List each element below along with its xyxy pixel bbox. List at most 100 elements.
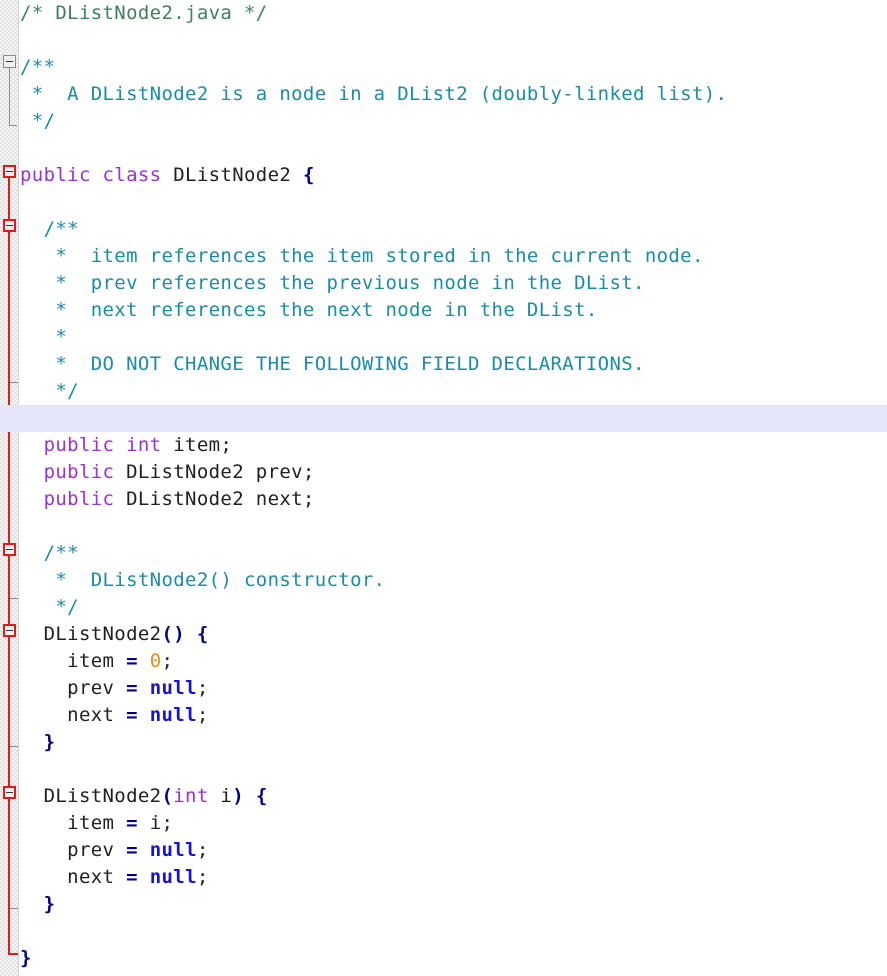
code-line-text: /* DListNode2.java */	[20, 0, 268, 27]
code-line[interactable]: public DListNode2 next;	[0, 486, 887, 513]
token-plain: ;	[196, 866, 209, 888]
code-line-text: * item references the item stored in the…	[20, 243, 704, 270]
code-line[interactable]: public int item;	[0, 432, 887, 459]
code-line-text: */	[20, 108, 55, 135]
code-line[interactable]	[0, 756, 887, 783]
code-line-text: /**	[20, 216, 79, 243]
code-line[interactable]: */	[0, 594, 887, 621]
code-line-text: DListNode2() {	[20, 621, 209, 648]
token-doc: /**	[20, 56, 56, 78]
code-line[interactable]: */	[0, 108, 887, 135]
token-doc: /**	[20, 218, 79, 240]
token-doc: * prev references the previous node in t…	[20, 272, 645, 294]
code-line-text: * DListNode2() constructor.	[20, 567, 385, 594]
token-plain: ;	[196, 704, 209, 726]
token-punc: }	[43, 731, 56, 753]
code-line-current[interactable]	[0, 405, 887, 432]
token-null: null	[149, 704, 197, 726]
code-line-text: * A DListNode2 is a node in a DList2 (do…	[20, 81, 727, 108]
code-line[interactable]: public class DListNode2 {	[0, 162, 887, 189]
code-line[interactable]: *	[0, 324, 887, 351]
code-line[interactable]: /**	[0, 216, 887, 243]
code-line-text: }	[20, 945, 32, 972]
code-editor[interactable]: /* DListNode2.java */ /** * A DListNode2 …	[0, 0, 887, 976]
token-plain: DListNode2 next;	[114, 488, 315, 510]
code-line[interactable]: }	[0, 729, 887, 756]
token-punc: ()	[161, 623, 186, 645]
token-plain: ;	[196, 677, 209, 699]
token-null: null	[149, 866, 197, 888]
code-line[interactable]: prev = null;	[0, 675, 887, 702]
code-line-text: * next references the next node in the D…	[20, 297, 598, 324]
code-line-text: item = i;	[20, 810, 173, 837]
token-punc: =	[126, 650, 138, 672]
token-null: null	[149, 839, 197, 861]
code-line-text: next = null;	[20, 864, 209, 891]
code-line[interactable]: * next references the next node in the D…	[0, 297, 887, 324]
token-plain: prev	[20, 839, 127, 861]
token-kw: int	[173, 785, 209, 807]
token-plain: DListNode2	[161, 164, 303, 186]
token-doc: */	[20, 110, 56, 132]
token-punc: (	[161, 785, 174, 807]
code-line[interactable]	[0, 135, 887, 162]
code-line[interactable]: * DO NOT CHANGE THE FOLLOWING FIELD DECL…	[0, 351, 887, 378]
code-line[interactable]: /**	[0, 54, 887, 81]
code-text-area[interactable]: /* DListNode2.java */ /** * A DListNode2 …	[0, 0, 887, 976]
code-line[interactable]: item = 0;	[0, 648, 887, 675]
token-punc: =	[126, 677, 138, 699]
code-line[interactable]: * A DListNode2 is a node in a DList2 (do…	[0, 81, 887, 108]
code-line[interactable]: * prev references the previous node in t…	[0, 270, 887, 297]
code-line[interactable]: }	[0, 945, 887, 972]
token-plain: DListNode2	[20, 785, 162, 807]
token-punc: =	[126, 704, 138, 726]
code-line[interactable]: next = null;	[0, 702, 887, 729]
token-plain: DListNode2	[20, 623, 162, 645]
token-cmt: /* DListNode2.java */	[20, 2, 268, 24]
token-punc: {	[255, 785, 268, 807]
code-line[interactable]: next = null;	[0, 864, 887, 891]
code-line[interactable]	[0, 189, 887, 216]
code-line-text: public DListNode2 prev;	[20, 459, 315, 486]
code-line-text: DListNode2(int i) {	[20, 783, 268, 810]
code-line[interactable]: item = i;	[0, 810, 887, 837]
code-line[interactable]	[0, 918, 887, 945]
code-line[interactable]: }	[0, 891, 887, 918]
token-punc: )	[232, 785, 245, 807]
code-line-text: public DListNode2 next;	[20, 486, 315, 513]
code-line-text: next = null;	[20, 702, 209, 729]
code-line[interactable]: */	[0, 378, 887, 405]
token-doc: * next references the next node in the D…	[20, 299, 598, 321]
token-plain: ;	[196, 839, 209, 861]
token-doc: * DListNode2() constructor.	[20, 569, 386, 591]
token-plain: next	[20, 866, 127, 888]
code-line-text: *	[20, 324, 67, 351]
code-line[interactable]	[0, 27, 887, 54]
code-line[interactable]: /* DListNode2.java */	[0, 0, 887, 27]
code-line[interactable]	[0, 513, 887, 540]
token-punc: =	[126, 839, 138, 861]
token-plain: i	[208, 785, 233, 807]
token-doc: *	[20, 326, 68, 348]
code-line-text: }	[20, 891, 55, 918]
code-line[interactable]: * DListNode2() constructor.	[0, 567, 887, 594]
code-line[interactable]: DListNode2() {	[0, 621, 887, 648]
token-plain: ;	[161, 650, 174, 672]
code-line[interactable]: prev = null;	[0, 837, 887, 864]
code-line-text: /**	[20, 540, 79, 567]
code-line[interactable]: DListNode2(int i) {	[0, 783, 887, 810]
code-line[interactable]: public DListNode2 prev;	[0, 459, 887, 486]
code-line-text: public int item;	[20, 432, 232, 459]
code-line-text: }	[20, 729, 55, 756]
code-line[interactable]: * item references the item stored in the…	[0, 243, 887, 270]
code-line[interactable]: /**	[0, 540, 887, 567]
